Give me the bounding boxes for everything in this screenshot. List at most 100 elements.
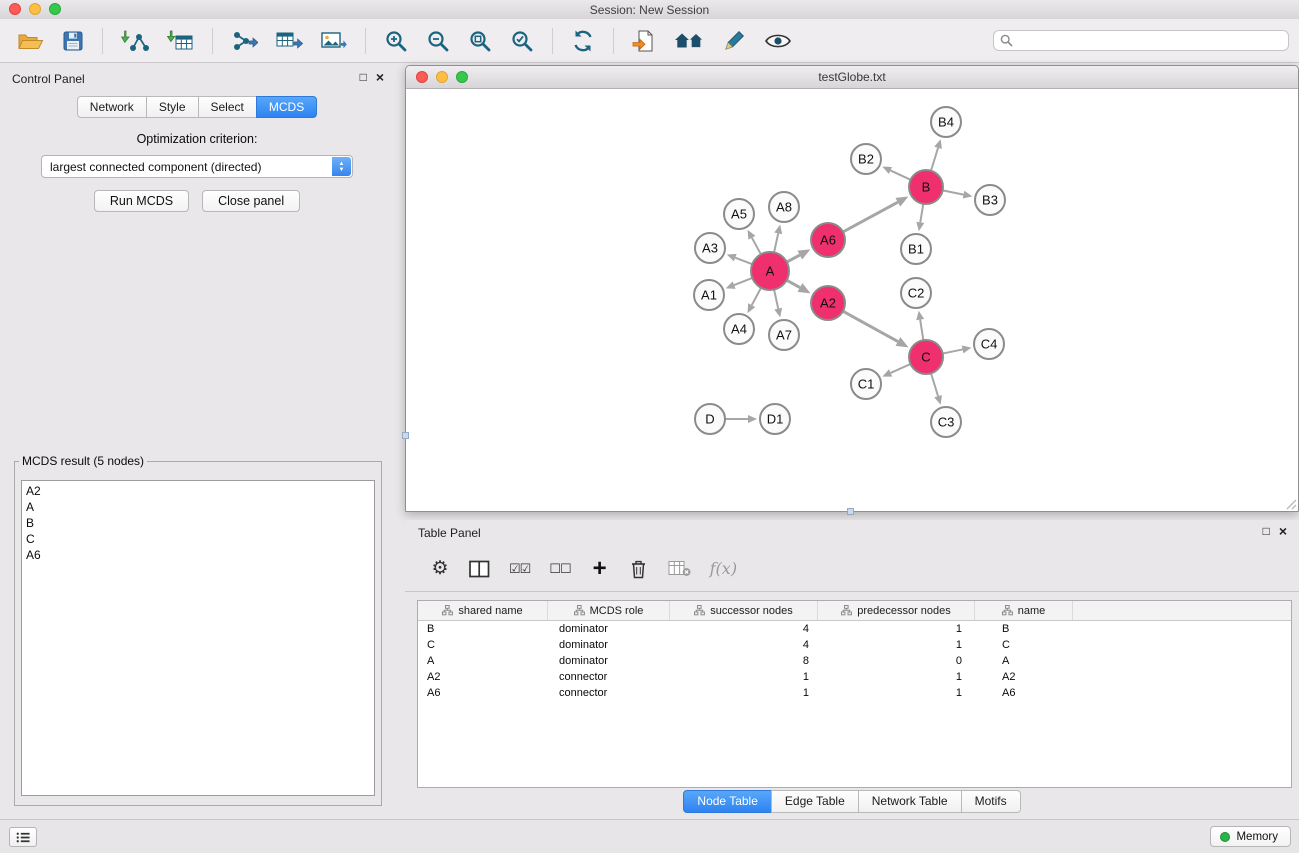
export-network-button[interactable] — [226, 23, 263, 59]
zoom-window-button[interactable] — [49, 3, 61, 15]
cell-successor-nodes[interactable]: 4 — [670, 621, 818, 637]
memory-button[interactable]: Memory — [1210, 826, 1291, 847]
document-arrow-button[interactable] — [627, 23, 661, 59]
search-input[interactable] — [1013, 33, 1282, 49]
show-columns-button[interactable] — [469, 556, 490, 582]
tab-motifs[interactable]: Motifs — [961, 790, 1021, 813]
search-box[interactable] — [993, 30, 1289, 51]
export-table-button[interactable] — [271, 23, 308, 59]
edge-C-C4[interactable] — [943, 349, 963, 353]
close-network-button[interactable] — [416, 71, 428, 83]
edge-A-A5[interactable] — [752, 238, 761, 255]
close-panel-icon[interactable]: × — [376, 71, 384, 83]
cell-mcds-role[interactable]: dominator — [548, 621, 670, 637]
zoom-fit-button[interactable] — [463, 23, 497, 59]
edge-C-C3[interactable] — [931, 373, 938, 396]
optimization-dropdown[interactable]: largest connected component (directed) ▲… — [41, 155, 353, 178]
mcds-result-item[interactable]: A — [22, 499, 374, 515]
mcds-result-item[interactable]: C — [22, 531, 374, 547]
cell-predecessor-nodes[interactable]: 1 — [818, 621, 975, 637]
column-header-name[interactable]: name — [975, 601, 1073, 620]
edge-A-A2[interactable] — [787, 280, 800, 287]
cell-successor-nodes[interactable]: 4 — [670, 637, 818, 653]
cell-name[interactable]: C — [975, 637, 1073, 653]
select-all-rows-button[interactable]: ☑☑ — [509, 556, 530, 582]
mcds-result-item[interactable]: A2 — [22, 483, 374, 499]
zoom-selected-button[interactable] — [505, 23, 539, 59]
run-mcds-button[interactable]: Run MCDS — [94, 190, 189, 212]
edge-C-C1[interactable] — [891, 364, 911, 373]
column-header-successor-nodes[interactable]: successor nodes — [670, 601, 818, 620]
open-session-button[interactable] — [12, 23, 49, 59]
close-panel-button[interactable]: Close panel — [202, 190, 300, 212]
tab-style[interactable]: Style — [146, 96, 199, 118]
cell-name[interactable]: A6 — [975, 685, 1073, 701]
function-builder-button[interactable]: f(x) — [710, 556, 737, 582]
cell-mcds-role[interactable]: connector — [548, 685, 670, 701]
cell-mcds-role[interactable]: dominator — [548, 637, 670, 653]
edge-A-A3[interactable] — [735, 258, 752, 265]
close-window-button[interactable] — [9, 3, 21, 15]
edge-C-C2[interactable] — [920, 320, 923, 341]
resize-handle-left[interactable] — [402, 432, 409, 439]
cell-shared-name[interactable]: B — [418, 621, 548, 637]
edge-B-B1[interactable] — [920, 204, 923, 223]
close-panel-icon[interactable]: × — [1279, 525, 1287, 537]
cell-predecessor-nodes[interactable]: 1 — [818, 685, 975, 701]
network-canvas[interactable]: AA6A2BCA5A8A3A1A4A7B4B2B3B1C2C4C1C3DD1 — [406, 89, 1298, 511]
refresh-button[interactable] — [566, 23, 600, 59]
mcds-result-item[interactable]: A6 — [22, 547, 374, 563]
cell-name[interactable]: B — [975, 621, 1073, 637]
edge-A2-C[interactable] — [843, 311, 898, 341]
resize-handle-bottom[interactable] — [847, 508, 854, 515]
table-row[interactable]: A6connector11A6 — [418, 685, 1291, 701]
tab-edge-table[interactable]: Edge Table — [771, 790, 859, 813]
cell-successor-nodes[interactable]: 1 — [670, 685, 818, 701]
float-panel-icon[interactable]: □ — [360, 71, 367, 83]
edge-A-A4[interactable] — [752, 288, 761, 305]
add-column-button[interactable]: + — [590, 556, 610, 582]
delete-column-button[interactable] — [629, 556, 649, 582]
dropdown-stepper-icon[interactable]: ▲ ▼ — [332, 157, 351, 176]
import-table-button[interactable] — [162, 23, 199, 59]
zoom-network-button[interactable] — [456, 71, 468, 83]
tab-select[interactable]: Select — [198, 96, 257, 118]
cell-name[interactable]: A2 — [975, 669, 1073, 685]
minimize-window-button[interactable] — [29, 3, 41, 15]
zoom-out-button[interactable] — [421, 23, 455, 59]
save-session-button[interactable] — [57, 23, 89, 59]
edge-B-B4[interactable] — [931, 148, 938, 171]
column-header-shared-name[interactable]: shared name — [418, 601, 548, 620]
minimize-network-button[interactable] — [436, 71, 448, 83]
paint-style-button[interactable] — [717, 23, 751, 59]
cell-name[interactable]: A — [975, 653, 1073, 669]
cell-predecessor-nodes[interactable]: 1 — [818, 637, 975, 653]
tab-network[interactable]: Network — [77, 96, 147, 118]
tab-network-table[interactable]: Network Table — [858, 790, 962, 813]
tab-node-table[interactable]: Node Table — [683, 790, 772, 813]
mcds-result-item[interactable]: B — [22, 515, 374, 531]
delete-table-button[interactable] — [668, 556, 691, 582]
table-row[interactable]: Bdominator41B — [418, 621, 1291, 637]
edge-A-A6[interactable] — [787, 255, 800, 262]
edge-A-A1[interactable] — [734, 278, 752, 285]
cell-predecessor-nodes[interactable]: 1 — [818, 669, 975, 685]
float-panel-icon[interactable]: □ — [1263, 525, 1270, 537]
cell-predecessor-nodes[interactable]: 0 — [818, 653, 975, 669]
table-row[interactable]: Adominator80A — [418, 653, 1291, 669]
edge-B-B2[interactable] — [890, 170, 910, 179]
table-row[interactable]: Cdominator41C — [418, 637, 1291, 653]
cell-mcds-role[interactable]: dominator — [548, 653, 670, 669]
import-network-button[interactable] — [116, 23, 154, 59]
task-history-button[interactable] — [9, 827, 37, 847]
cell-shared-name[interactable]: A6 — [418, 685, 548, 701]
edge-A-A7[interactable] — [774, 290, 778, 309]
edge-B-B3[interactable] — [943, 190, 964, 194]
cell-successor-nodes[interactable]: 1 — [670, 669, 818, 685]
export-image-button[interactable] — [316, 23, 352, 59]
network-window-titlebar[interactable]: testGlobe.txt — [406, 66, 1298, 89]
cell-shared-name[interactable]: C — [418, 637, 548, 653]
cell-shared-name[interactable]: A2 — [418, 669, 548, 685]
edge-A-A8[interactable] — [774, 233, 778, 252]
cell-successor-nodes[interactable]: 8 — [670, 653, 818, 669]
